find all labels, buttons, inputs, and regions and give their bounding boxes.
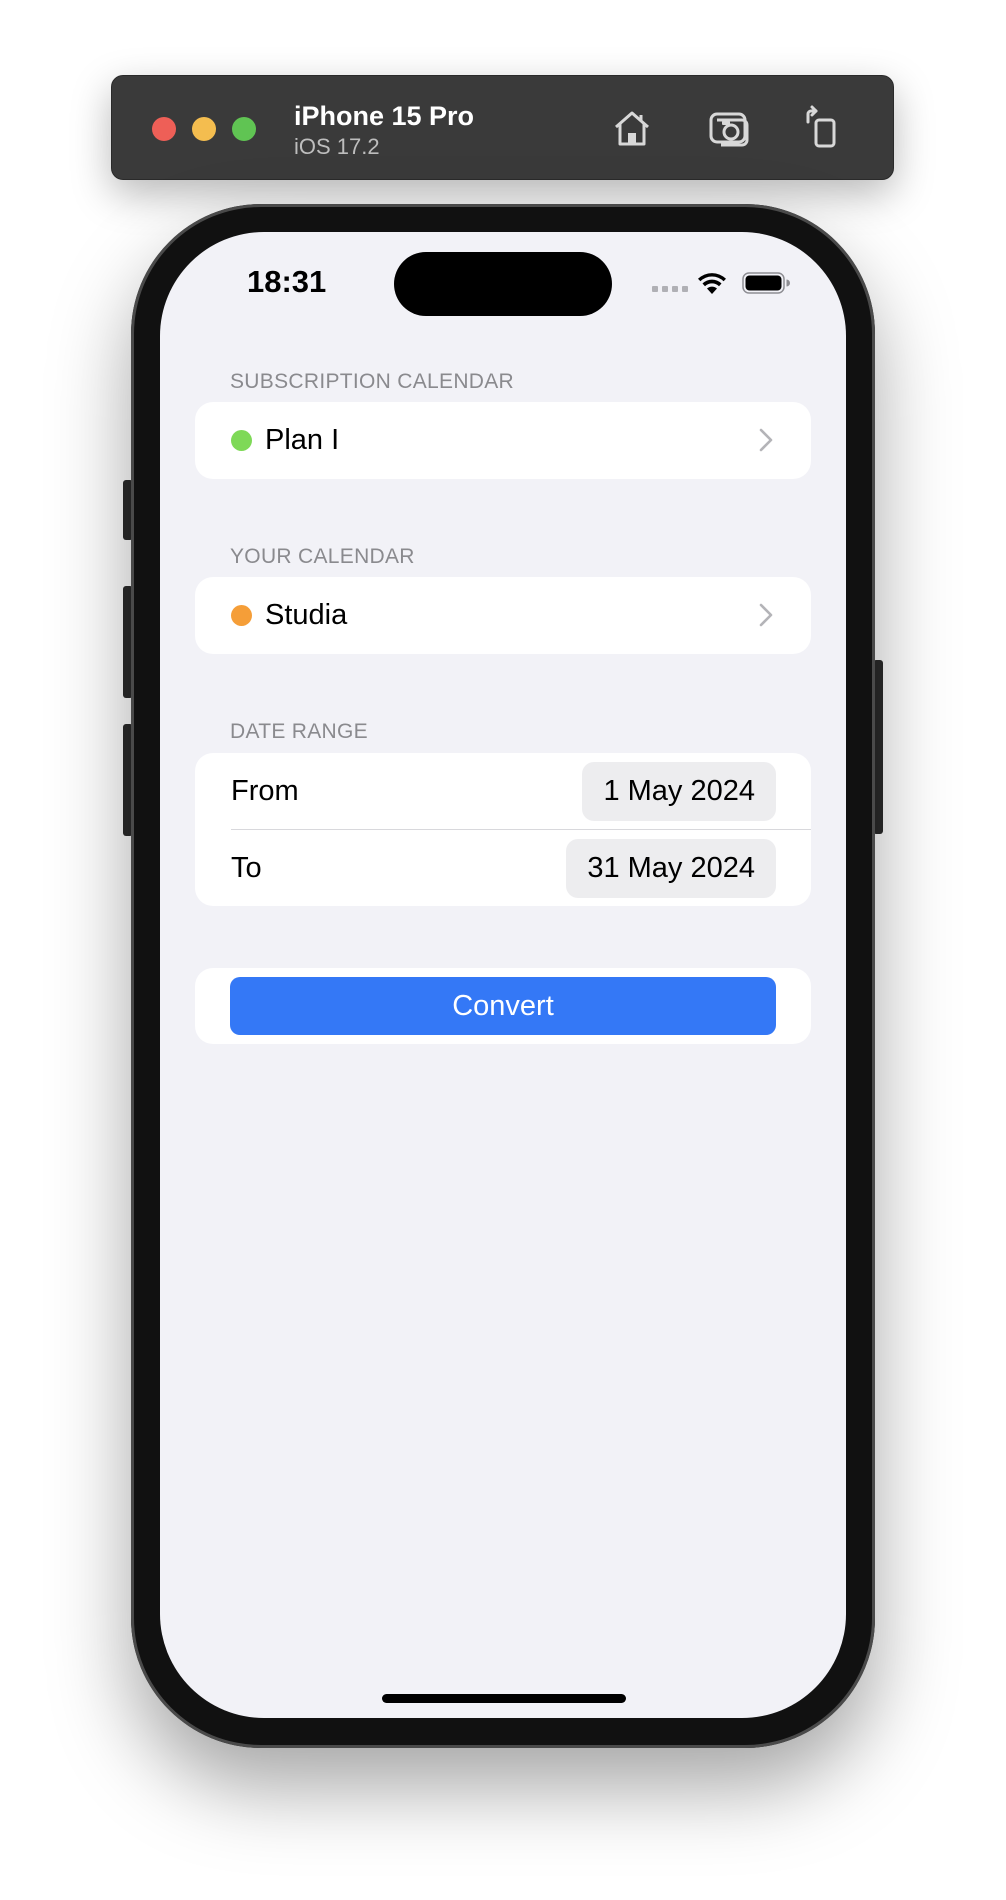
simulator-toolbar: iPhone 15 Pro iOS 17.2	[111, 75, 894, 180]
subscription-calendar-card: Plan I	[195, 402, 811, 479]
your-calendar-header: YOUR CALENDAR	[230, 545, 415, 568]
from-date-picker[interactable]: 1 May 2024	[582, 762, 776, 821]
rotate-icon[interactable]	[798, 104, 846, 152]
your-calendar-row[interactable]: Studia	[195, 577, 811, 653]
dynamic-island	[394, 252, 612, 316]
home-icon[interactable]	[608, 104, 656, 152]
subscription-calendar-name: Plan I	[265, 424, 340, 456]
wifi-icon	[698, 273, 726, 294]
your-calendar-color-dot	[231, 605, 252, 626]
battery-icon	[742, 272, 790, 294]
from-label: From	[231, 775, 299, 807]
home-indicator[interactable]	[382, 1694, 626, 1703]
your-calendar-card: Studia	[195, 577, 811, 654]
to-label: To	[231, 852, 262, 884]
from-date-row: From 1 May 2024	[195, 753, 811, 830]
date-range-card: From 1 May 2024 To 31 May 2024	[195, 753, 811, 906]
convert-card: Convert	[195, 968, 811, 1044]
chevron-right-icon	[759, 428, 773, 452]
minimize-window-button[interactable]	[192, 117, 216, 141]
zoom-window-button[interactable]	[232, 117, 256, 141]
to-date-picker[interactable]: 31 May 2024	[566, 839, 776, 898]
device-os-version: iOS 17.2	[294, 134, 380, 159]
status-time: 18:31	[247, 264, 327, 299]
date-range-header: DATE RANGE	[230, 720, 368, 743]
subscription-calendar-header: SUBSCRIPTION CALENDAR	[230, 370, 515, 393]
screenshot-icon[interactable]	[706, 104, 754, 152]
to-date-row: To 31 May 2024	[195, 830, 811, 906]
cellular-signal-icon	[652, 286, 688, 292]
phone-screen: 18:31 SUBSCRIPTION CALENDAR Plan I YOUR …	[160, 232, 846, 1718]
close-window-button[interactable]	[152, 117, 176, 141]
convert-button[interactable]: Convert	[230, 977, 776, 1035]
subscription-calendar-row[interactable]: Plan I	[195, 402, 811, 478]
chevron-right-icon	[759, 603, 773, 627]
subscription-calendar-color-dot	[231, 430, 252, 451]
device-name: iPhone 15 Pro	[294, 101, 475, 131]
your-calendar-name: Studia	[265, 599, 348, 631]
